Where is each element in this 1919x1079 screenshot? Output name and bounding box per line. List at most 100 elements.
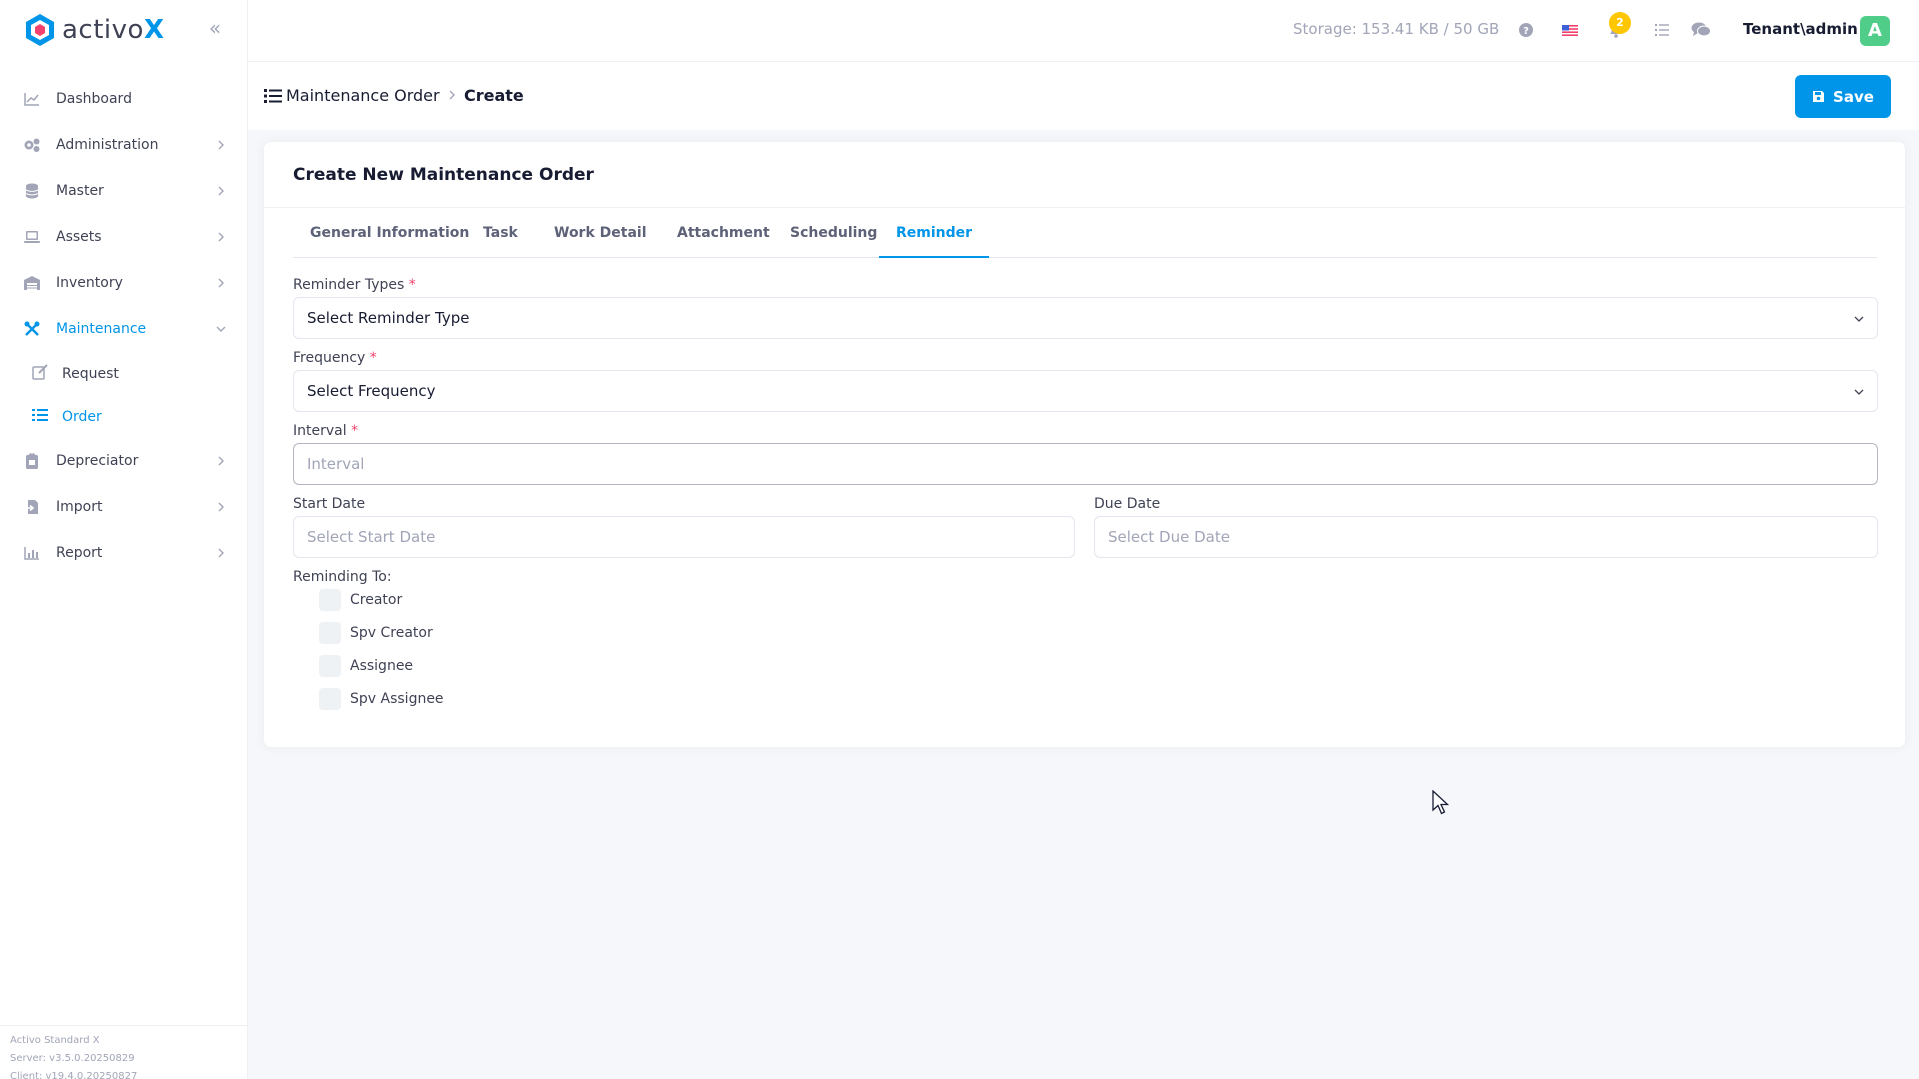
reminder-types-label: Reminder Types * <box>293 277 416 293</box>
chevron-right-icon <box>218 278 224 288</box>
client-version: Client: v19.4.0.20250827 <box>10 1071 138 1079</box>
frequency-label: Frequency * <box>293 350 377 366</box>
chevron-right-icon <box>218 232 224 242</box>
collapse-sidebar-icon[interactable]: « <box>204 17 226 39</box>
save-button[interactable]: Save <box>1795 75 1891 118</box>
reminding-to-creator[interactable]: Creator <box>319 588 402 612</box>
sidebar-item-label: Master <box>56 183 104 199</box>
reminding-to-spv-creator[interactable]: Spv Creator <box>319 621 433 645</box>
chevron-right-icon <box>218 548 224 558</box>
gears-icon <box>22 135 42 155</box>
edit-icon <box>32 363 48 384</box>
chevron-right-icon <box>218 186 224 196</box>
spv-assignee-checkbox[interactable] <box>319 688 341 710</box>
checkbox-label: Creator <box>350 592 403 608</box>
tools-icon <box>22 319 42 339</box>
reminder-types-value: Select Reminder Type <box>307 309 470 327</box>
tab-task[interactable]: Task <box>466 208 535 258</box>
sidebar-item-label: Assets <box>56 229 102 245</box>
bar-chart-icon <box>22 543 42 563</box>
spv-creator-checkbox[interactable] <box>319 622 341 644</box>
start-date-label: Start Date <box>293 496 366 512</box>
mouse-pointer-icon <box>1432 790 1450 815</box>
save-button-label: Save <box>1833 87 1874 106</box>
sidebar-item-label: Order <box>62 408 102 425</box>
server-version: Server: v3.5.0.20250829 <box>10 1053 135 1064</box>
warehouse-icon <box>22 273 42 293</box>
tab-general-information[interactable]: General Information <box>293 208 486 258</box>
chevron-right-icon <box>218 456 224 466</box>
interval-input[interactable] <box>293 443 1878 485</box>
chart-line-icon <box>22 89 42 109</box>
us-flag-icon[interactable] <box>1560 20 1580 40</box>
checkbox-label: Assignee <box>350 658 414 674</box>
sidebar-item-label: Dashboard <box>56 91 132 107</box>
sidebar-item-report[interactable]: Report <box>0 530 248 576</box>
storage-usage: Storage: 153.41 KB / 50 GB <box>1293 20 1500 38</box>
due-date-input[interactable] <box>1094 516 1878 558</box>
avatar[interactable]: A <box>1860 16 1890 46</box>
sidebar-item-master[interactable]: Master <box>0 168 248 214</box>
chat-icon[interactable] <box>1691 20 1711 40</box>
sidebar-item-label: Report <box>56 545 103 561</box>
version-info: Activo Standard X Server: v3.5.0.2025082… <box>0 1025 248 1079</box>
list-icon <box>264 89 282 103</box>
checkbox-label: Spv Assignee <box>350 691 444 707</box>
tab-attachment[interactable]: Attachment <box>660 208 787 258</box>
logo-text: activoX <box>62 15 165 45</box>
sidebar-item-label: Maintenance <box>56 321 147 337</box>
due-date-label: Due Date <box>1094 496 1161 512</box>
logo-icon <box>22 12 58 48</box>
top-header: Storage: 153.41 KB / 50 GB ? 2 Tenant\ad… <box>248 0 1919 62</box>
chevron-right-icon <box>218 140 224 150</box>
task-list-icon[interactable] <box>1652 20 1672 40</box>
sidebar-item-assets[interactable]: Assets <box>0 214 248 260</box>
interval-label: Interval * <box>293 423 359 439</box>
tab-reminder[interactable]: Reminder <box>879 208 990 258</box>
database-icon <box>22 181 42 201</box>
breadcrumb-parent[interactable]: Maintenance Order <box>286 86 440 105</box>
sidebar-item-label: Administration <box>56 137 159 153</box>
chevron-right-icon <box>218 502 224 512</box>
product-name: Activo Standard X <box>10 1035 100 1046</box>
sidebar-item-maintenance[interactable]: Maintenance <box>0 306 248 352</box>
frequency-select[interactable]: Select Frequency <box>293 370 1878 412</box>
creator-checkbox[interactable] <box>319 589 341 611</box>
sidebar-item-label: Depreciator <box>56 453 139 469</box>
tab-work-detail[interactable]: Work Detail <box>537 208 664 258</box>
sidebar-subitem-order[interactable]: Order <box>0 395 248 438</box>
laptop-icon <box>22 227 42 247</box>
sidebar-item-depreciator[interactable]: Depreciator <box>0 438 248 484</box>
reminding-to-assignee[interactable]: Assignee <box>319 654 413 678</box>
tab-scheduling[interactable]: Scheduling <box>773 208 894 258</box>
sidebar-subitem-request[interactable]: Request <box>0 352 248 395</box>
sidebar-menu: Dashboard Administration Master Assets I… <box>0 76 248 576</box>
file-import-icon <box>22 497 42 517</box>
sidebar-item-label: Import <box>56 499 103 515</box>
clipboard-icon <box>22 451 42 471</box>
assignee-checkbox[interactable] <box>319 655 341 677</box>
sidebar-item-import[interactable]: Import <box>0 484 248 530</box>
start-date-input[interactable] <box>293 516 1075 558</box>
sidebar-item-inventory[interactable]: Inventory <box>0 260 248 306</box>
chevron-down-icon <box>1854 316 1864 322</box>
sidebar: activoX « Dashboard Administration Maste… <box>0 0 248 1079</box>
sidebar-item-administration[interactable]: Administration <box>0 122 248 168</box>
page-toolbar: Maintenance Order Create Save <box>248 62 1919 130</box>
chevron-right-icon <box>449 90 455 100</box>
page-title: Create New Maintenance Order <box>293 164 594 185</box>
reminding-to-spv-assignee[interactable]: Spv Assignee <box>319 687 444 711</box>
sidebar-item-label: Request <box>62 365 119 382</box>
floppy-disk-icon <box>1813 91 1825 102</box>
form-card: Create New Maintenance Order General Inf… <box>263 141 1906 748</box>
help-icon[interactable]: ? <box>1516 20 1536 40</box>
reminder-types-select[interactable]: Select Reminder Type <box>293 297 1878 339</box>
tab-bar: General Information Task Work Detail Att… <box>293 208 1877 258</box>
user-name[interactable]: Tenant\admin <box>1743 20 1858 38</box>
breadcrumb-current: Create <box>464 86 524 105</box>
list-icon <box>32 407 48 426</box>
sidebar-item-label: Inventory <box>56 275 123 291</box>
notification-badge: 2 <box>1609 12 1631 34</box>
svg-text:?: ? <box>1523 26 1529 37</box>
sidebar-item-dashboard[interactable]: Dashboard <box>0 76 248 122</box>
